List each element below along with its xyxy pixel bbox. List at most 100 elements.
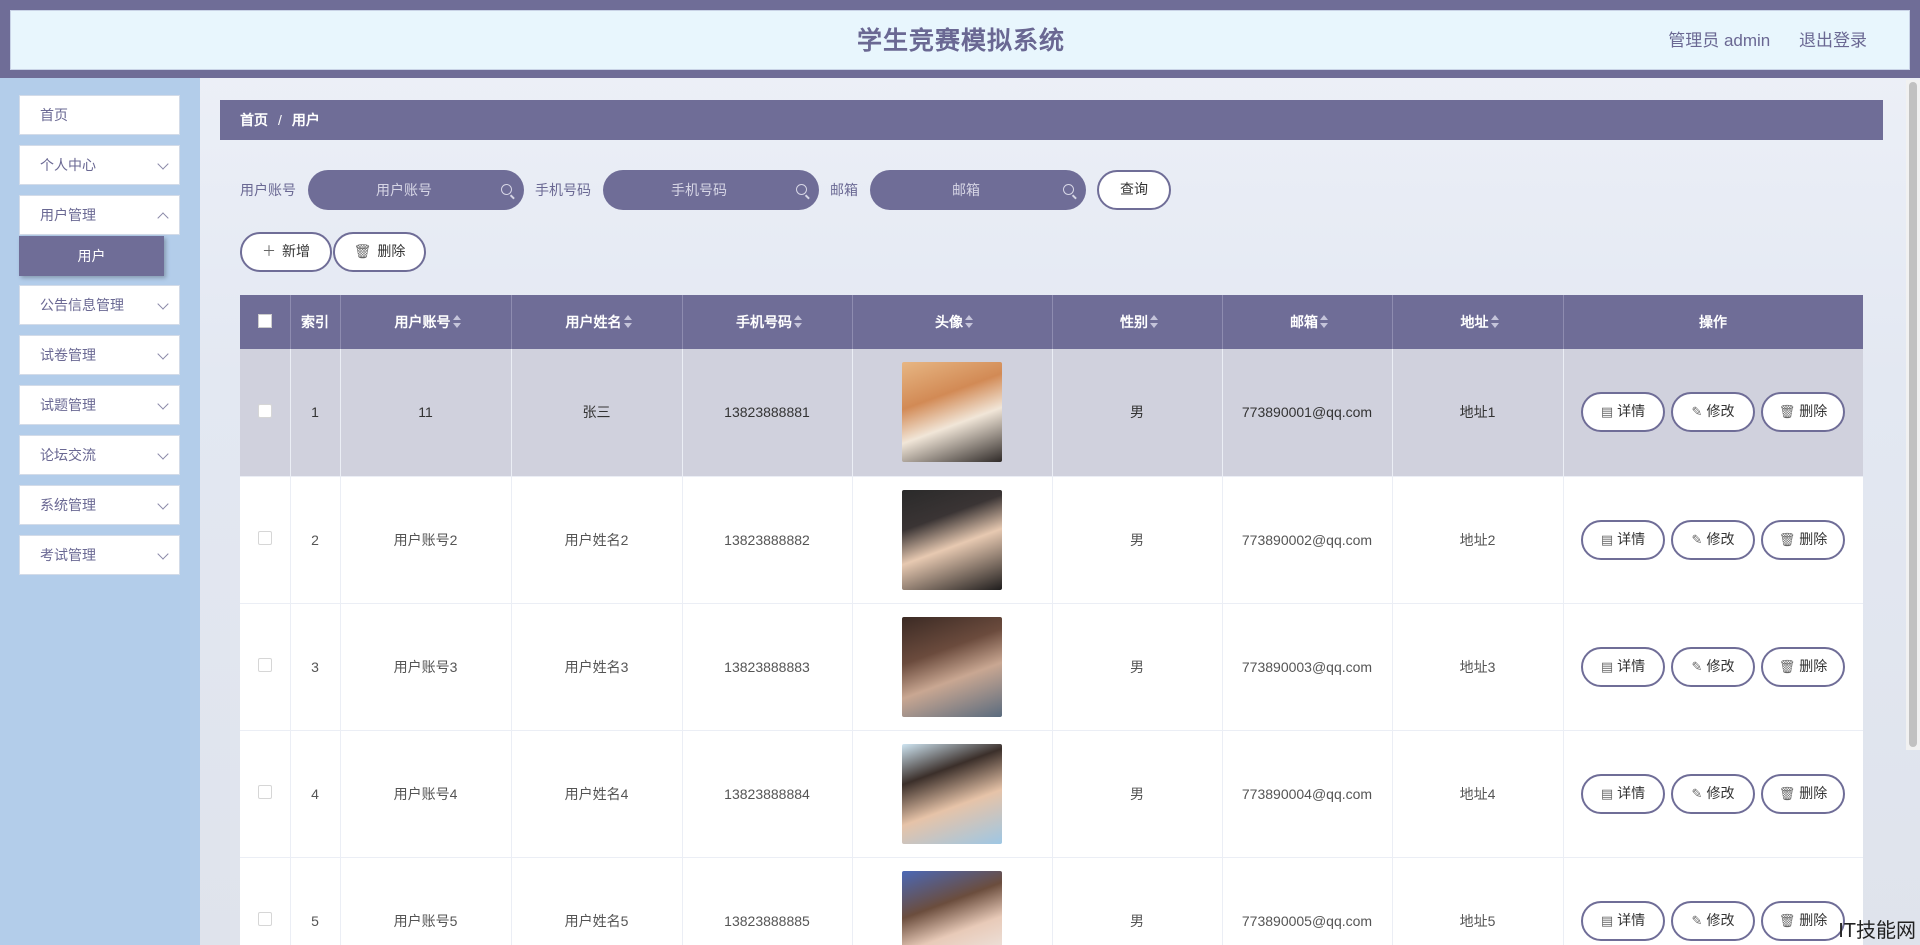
phone-search-input[interactable] (603, 170, 819, 210)
table-row[interactable]: 1 11 张三 13823888881 男 773890001@qq.com 地址1 ▤ 详情 ✎… (240, 349, 1863, 477)
row-select-cell[interactable] (240, 603, 291, 731)
page-scrollbar[interactable] (1906, 80, 1920, 750)
row-checkbox[interactable] (257, 658, 272, 672)
delete-button-label: 删除 (1799, 911, 1828, 928)
delete-button[interactable]: 🗑 删除 (1761, 646, 1845, 687)
cell-gender: 男 (1052, 476, 1223, 604)
cell-index: 3 (290, 603, 341, 731)
breadcrumb: 首页 / 用户 (220, 100, 1883, 140)
cell-email: 773890001@qq.com (1222, 349, 1393, 477)
avatar[interactable] (902, 489, 1002, 590)
sidebar-item-forum[interactable]: 论坛交流 (19, 435, 180, 475)
row-checkbox[interactable] (257, 785, 272, 799)
sidebar-item-user-management[interactable]: 用户管理 (19, 195, 180, 235)
sidebar-subitem-user[interactable]: 用户 (19, 236, 164, 276)
chevron-down-icon (157, 348, 169, 360)
email-search-field[interactable] (870, 170, 1086, 210)
row-checkbox[interactable] (257, 403, 272, 418)
account-search-field[interactable] (308, 170, 524, 210)
detail-button-label: 详情 (1617, 784, 1646, 801)
add-button[interactable]: ＋ 新增 (240, 232, 332, 272)
edit-button[interactable]: ✎ 修改 (1671, 392, 1755, 433)
select-all-checkbox[interactable] (257, 313, 272, 328)
document-icon: ▤ (1600, 785, 1614, 801)
plus-icon: ＋ (262, 243, 276, 259)
edit-button[interactable]: ✎ 修改 (1671, 519, 1755, 560)
edit-button-label: 修改 (1706, 530, 1735, 547)
cell-account: 用户账号3 (340, 603, 512, 731)
row-select-cell[interactable] (240, 730, 291, 858)
chevron-down-icon (157, 398, 169, 410)
header-name[interactable]: 用户姓名 (511, 295, 683, 349)
header-address[interactable]: 地址 (1392, 295, 1564, 349)
header-label: 手机号码 (736, 314, 792, 330)
document-icon: ▤ (1600, 912, 1614, 928)
sidebar-item-question[interactable]: 试题管理 (19, 385, 180, 425)
row-checkbox[interactable] (257, 912, 272, 926)
search-icon (501, 184, 512, 195)
table-row[interactable]: 3 用户账号3 用户姓名3 13823888883 男 773890003@qq.com 地… (240, 603, 1863, 731)
scrollbar-thumb[interactable] (1909, 82, 1917, 747)
header-account[interactable]: 用户账号 (340, 295, 512, 349)
edit-button[interactable]: ✎ 修改 (1671, 773, 1755, 814)
phone-search-label: 手机号码 (535, 182, 591, 198)
cell-name: 张三 (511, 349, 683, 477)
sidebar-item-home[interactable]: 首页 (19, 95, 180, 135)
admin-user-label[interactable]: 管理员 admin (1668, 31, 1770, 50)
avatar[interactable] (902, 743, 1002, 844)
header-avatar[interactable]: 头像 (852, 295, 1053, 349)
table-row[interactable]: 2 用户账号2 用户姓名2 13823888882 男 773890002@qq.com 地… (240, 476, 1863, 604)
delete-button[interactable]: 🗑 删除 (1761, 519, 1845, 560)
edit-button[interactable]: ✎ 修改 (1671, 900, 1755, 941)
row-select-cell[interactable] (240, 476, 291, 604)
header-panel: 学生竞赛模拟系统 管理员 admin 退出登录 (10, 10, 1910, 70)
account-search-input[interactable] (308, 170, 524, 210)
delete-button[interactable]: 🗑 删除 (1761, 773, 1845, 814)
document-icon: ▤ (1600, 531, 1614, 547)
table-row[interactable]: 5 用户账号5 用户姓名5 13823888885 男 773890005@qq.com 地… (240, 857, 1863, 945)
row-select-cell[interactable] (240, 349, 291, 477)
detail-button[interactable]: ▤ 详情 (1581, 646, 1665, 687)
sidebar-item-exam[interactable]: 考试管理 (19, 535, 180, 575)
phone-search-field[interactable] (603, 170, 819, 210)
header-email[interactable]: 邮箱 (1222, 295, 1393, 349)
delete-button[interactable]: 🗑 删除 (1761, 900, 1845, 941)
cell-email: 773890005@qq.com (1222, 857, 1393, 945)
header-phone[interactable]: 手机号码 (682, 295, 853, 349)
chevron-down-icon (157, 498, 169, 510)
delete-button[interactable]: 🗑 删除 (1761, 392, 1845, 433)
cell-email: 773890004@qq.com (1222, 730, 1393, 858)
query-button[interactable]: 查询 (1097, 170, 1171, 210)
email-search-input[interactable] (870, 170, 1086, 210)
header-gender[interactable]: 性别 (1052, 295, 1223, 349)
top-header: 学生竞赛模拟系统 管理员 admin 退出登录 (0, 0, 1920, 78)
breadcrumb-current: 用户 (291, 112, 320, 128)
sidebar-item-exam-paper[interactable]: 试卷管理 (19, 335, 180, 375)
avatar[interactable] (902, 362, 1002, 463)
table-row[interactable]: 4 用户账号4 用户姓名4 13823888884 男 773890004@qq.com 地… (240, 730, 1863, 858)
sidebar-item-personal-center[interactable]: 个人中心 (19, 145, 180, 185)
sidebar-item-system[interactable]: 系统管理 (19, 485, 180, 525)
avatar[interactable] (902, 616, 1002, 717)
chevron-up-icon (157, 212, 169, 224)
avatar[interactable] (902, 870, 1002, 945)
edit-button-label: 修改 (1706, 911, 1735, 928)
batch-delete-button[interactable]: 🗑 删除 (333, 232, 426, 272)
logout-button[interactable]: 退出登录 (1799, 31, 1867, 50)
row-select-cell[interactable] (240, 857, 291, 945)
detail-button[interactable]: ▤ 详情 (1581, 392, 1665, 433)
cell-operations: ▤ 详情 ✎ 修改 🗑 删除 (1563, 603, 1863, 731)
detail-button[interactable]: ▤ 详情 (1581, 519, 1665, 560)
detail-button[interactable]: ▤ 详情 (1581, 900, 1665, 941)
cell-phone: 13823888881 (682, 349, 853, 477)
delete-button-label: 删除 (1799, 403, 1828, 420)
breadcrumb-home[interactable]: 首页 (240, 112, 268, 128)
cell-phone: 13823888882 (682, 476, 853, 604)
watermark: IT技能网 (1838, 920, 1916, 942)
detail-button[interactable]: ▤ 详情 (1581, 773, 1665, 814)
pencil-icon: ✎ (1691, 658, 1703, 674)
edit-button[interactable]: ✎ 修改 (1671, 646, 1755, 687)
row-checkbox[interactable] (257, 531, 272, 545)
sidebar-item-announcement[interactable]: 公告信息管理 (19, 285, 180, 325)
select-all-cell[interactable] (240, 295, 291, 349)
